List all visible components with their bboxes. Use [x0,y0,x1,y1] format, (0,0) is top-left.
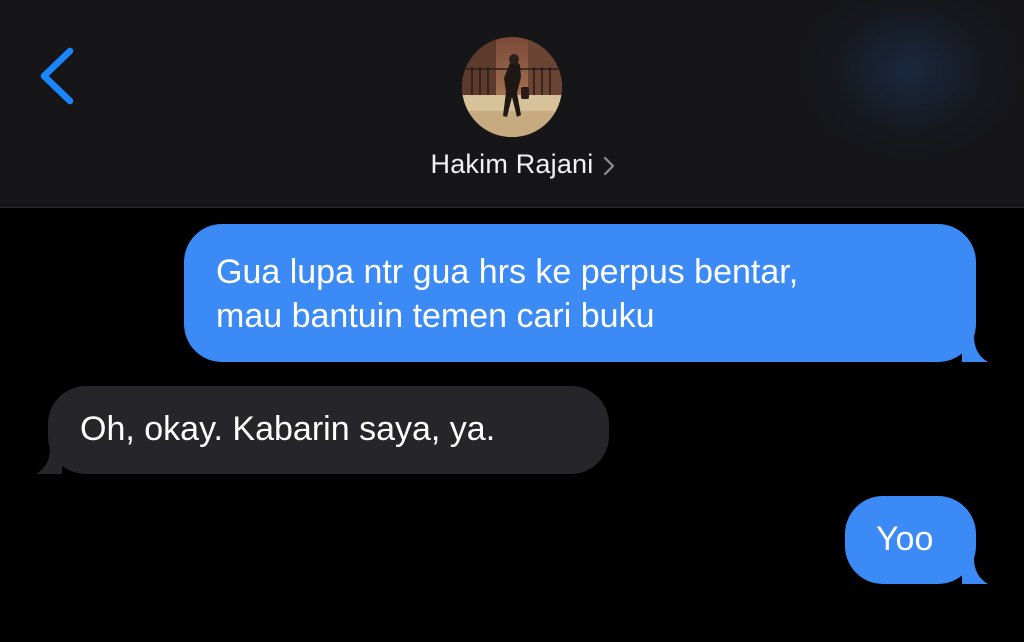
message-line: Gua lupa ntr gua hrs ke perpus bentar, [216,253,799,291]
message-outgoing[interactable]: Gua lupa ntr gua hrs ke perpus bentar, m… [184,224,988,362]
contact-info-button[interactable]: Hakim Rajani [0,142,1024,186]
message-incoming[interactable]: Oh, okay. Kabarin saya, ya. [36,386,609,474]
avatar-photo [462,37,562,137]
bubble-tail [962,554,988,584]
back-button[interactable] [30,40,90,112]
message-outgoing[interactable]: Yoo [845,496,988,584]
messages-app: Hakim Rajani Gua lupa ntr gua hrs ke per… [0,0,1024,642]
bubble-tail [36,444,62,474]
message-line: Yoo [876,520,934,558]
avatar[interactable] [462,37,562,137]
message-bubble: Gua lupa ntr gua hrs ke perpus bentar, m… [184,224,976,362]
message-line: mau bantuin temen cari buku [216,297,655,335]
bubble-tail [962,332,988,362]
chevron-right-icon [603,156,615,176]
message-bubble: Oh, okay. Kabarin saya, ya. [48,386,609,474]
conversation-header: Hakim Rajani [0,0,1024,208]
chevron-left-icon [40,47,74,105]
message-line: Oh, okay. Kabarin saya, ya. [80,410,496,448]
contact-name: Hakim Rajani [430,148,594,179]
message-bubble: Yoo [845,496,976,584]
